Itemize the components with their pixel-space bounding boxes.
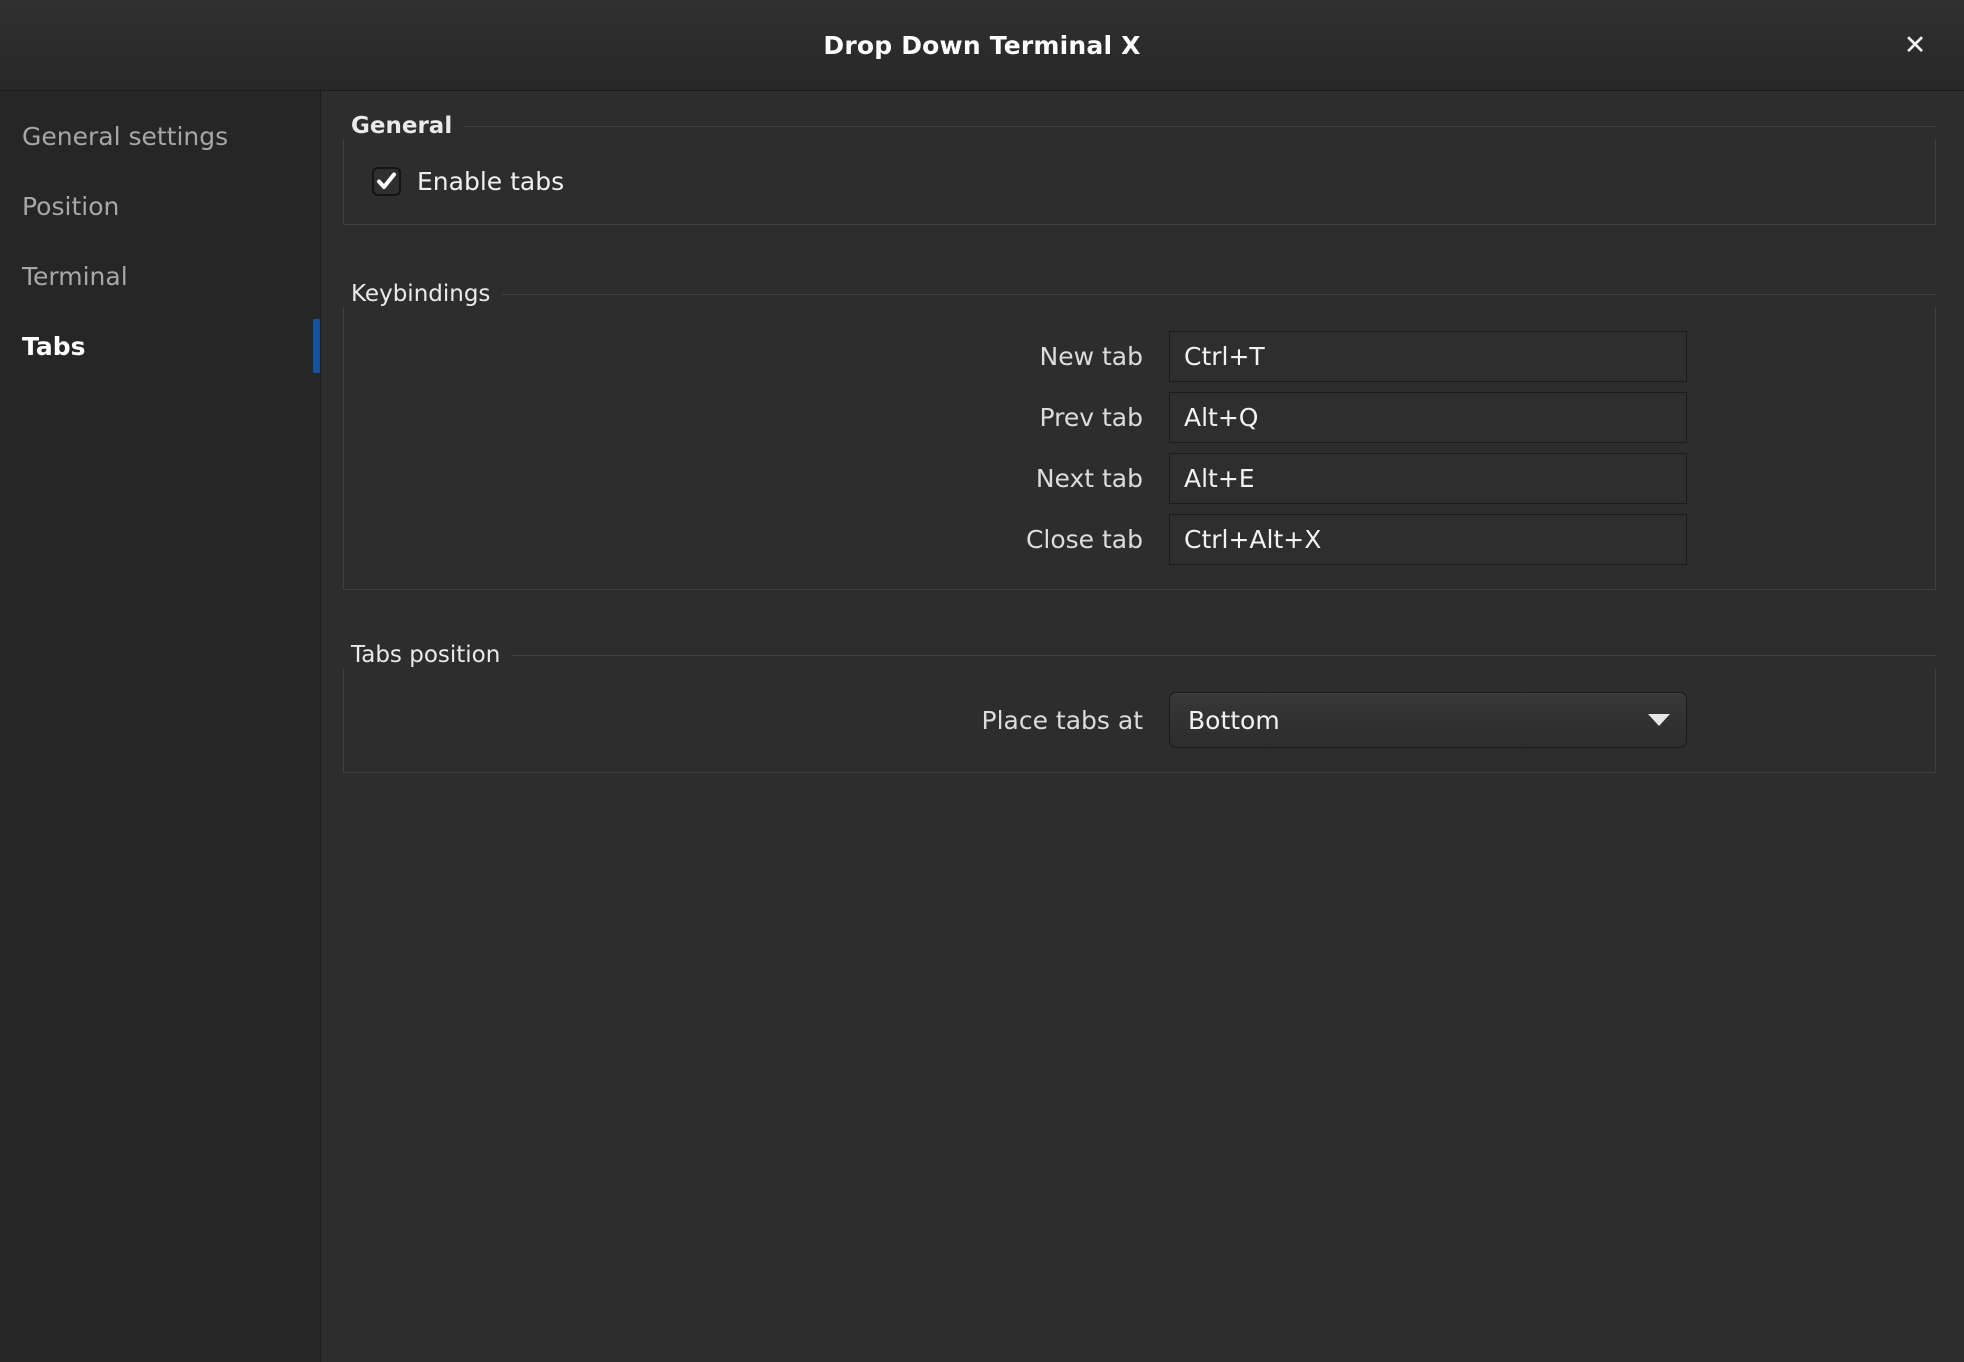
tabs-position-section-title: Tabs position (351, 642, 501, 668)
keybindings-section: Keybindings New tab Ctrl+T Prev tab Alt+… (343, 281, 1936, 590)
divider (512, 654, 1936, 656)
selection-indicator (313, 319, 320, 373)
keybindings-section-title: Keybindings (351, 281, 491, 307)
general-section: General Enable tabs (343, 113, 1936, 225)
tabs-position-section: Tabs position Place tabs at Bottom (343, 642, 1936, 773)
place-tabs-at-row: Place tabs at Bottom (344, 692, 1935, 748)
window-body: General settings Position Terminal Tabs … (0, 91, 1964, 1362)
new-tab-row: New tab Ctrl+T (344, 331, 1935, 382)
enable-tabs-row[interactable]: Enable tabs (344, 153, 1935, 210)
sidebar-item-label: Tabs (22, 331, 86, 361)
general-section-header: General (343, 113, 1936, 139)
place-tabs-at-dropdown[interactable]: Bottom (1169, 692, 1687, 748)
place-tabs-at-value: Bottom (1188, 705, 1280, 735)
close-icon[interactable]: ✕ (1892, 22, 1938, 68)
tabs-position-section-body: Place tabs at Bottom (343, 668, 1936, 773)
settings-content: General Enable tabs Keybindings New tab … (321, 91, 1964, 1362)
enable-tabs-checkbox[interactable] (372, 167, 401, 196)
checkmark-icon (377, 172, 396, 189)
window-title: Drop Down Terminal X (823, 30, 1141, 60)
sidebar-item-label: Position (22, 191, 120, 221)
next-tab-label: Next tab (1035, 464, 1143, 493)
general-section-title: General (351, 113, 453, 139)
enable-tabs-label: Enable tabs (417, 167, 565, 196)
sidebar-item-label: Terminal (22, 261, 128, 291)
sidebar-item-label: General settings (22, 121, 229, 151)
prev-tab-row: Prev tab Alt+Q (344, 392, 1935, 443)
prev-tab-input[interactable]: Alt+Q (1169, 392, 1687, 443)
new-tab-input[interactable]: Ctrl+T (1169, 331, 1687, 382)
place-tabs-at-label: Place tabs at (981, 705, 1144, 735)
sidebar-item-position[interactable]: Position (0, 171, 320, 241)
divider (502, 293, 1936, 295)
sidebar: General settings Position Terminal Tabs (0, 91, 321, 1362)
keybindings-section-body: New tab Ctrl+T Prev tab Alt+Q Next tab A… (343, 307, 1936, 590)
tabs-position-section-header: Tabs position (343, 642, 1936, 668)
keybindings-section-header: Keybindings (343, 281, 1936, 307)
sidebar-item-tabs[interactable]: Tabs (0, 311, 320, 381)
close-tab-input[interactable]: Ctrl+Alt+X (1169, 514, 1687, 565)
next-tab-input[interactable]: Alt+E (1169, 453, 1687, 504)
settings-window: Drop Down Terminal X ✕ General settings … (0, 0, 1964, 1362)
divider (464, 125, 1936, 127)
chevron-down-icon (1648, 714, 1670, 726)
next-tab-row: Next tab Alt+E (344, 453, 1935, 504)
general-section-body: Enable tabs (343, 139, 1936, 225)
titlebar: Drop Down Terminal X ✕ (0, 0, 1964, 91)
close-tab-label: Close tab (1025, 525, 1143, 554)
sidebar-item-general-settings[interactable]: General settings (0, 101, 320, 171)
sidebar-item-terminal[interactable]: Terminal (0, 241, 320, 311)
new-tab-label: New tab (1039, 342, 1143, 371)
prev-tab-label: Prev tab (1039, 403, 1143, 432)
close-tab-row: Close tab Ctrl+Alt+X (344, 514, 1935, 565)
